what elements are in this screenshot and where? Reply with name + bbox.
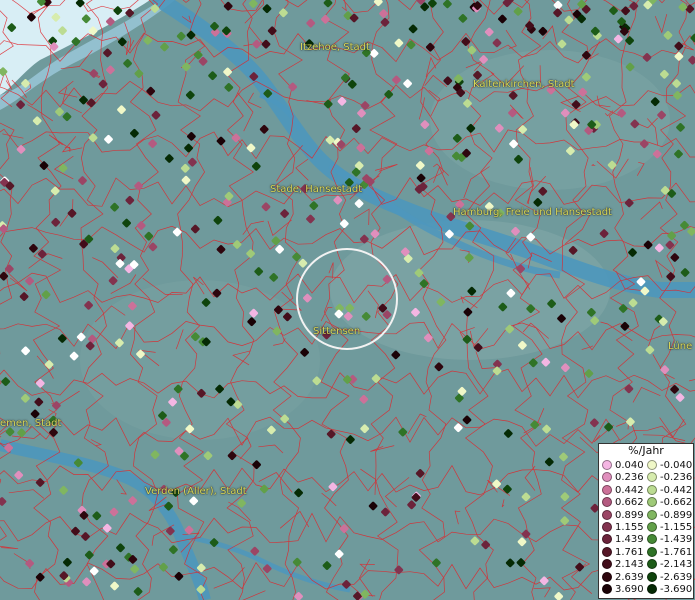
legend-negative-label: -1.439 [660, 534, 693, 546]
legend-positive-label: 2.639 [615, 571, 644, 583]
legend-swatch-icon [602, 484, 612, 495]
map-canvas[interactable] [0, 0, 695, 600]
legend-positive-label: 1.155 [615, 522, 644, 533]
legend-negative-row: -0.662 [647, 497, 692, 509]
legend-negative-label: -3.690 [660, 584, 693, 595]
legend-negative-row: -1.155 [647, 522, 692, 534]
legend-positive-row: 0.040 [602, 460, 644, 472]
place-label-verden: Verden (Aller), Stadt [145, 486, 247, 497]
legend-negative-row: -0.899 [647, 509, 693, 522]
legend-positive-row: 0.662 [602, 497, 644, 509]
legend-swatch-icon [647, 571, 657, 582]
legend-negative-label: -1.155 [660, 522, 693, 533]
legend-positive-row: 3.690 [602, 584, 644, 596]
legend-negative-row: -0.236 [647, 472, 692, 484]
legend-swatch-icon [602, 534, 612, 545]
legend-positive-row: 1.439 [602, 534, 644, 546]
legend-swatch-icon [647, 497, 657, 508]
legend-swatch-icon [647, 584, 657, 594]
legend-positive-label: 0.040 [615, 460, 644, 471]
place-label-stade: Stade, Hansestadt [270, 184, 363, 195]
legend-negative-row: -1.439 [647, 534, 692, 546]
legend-swatch-icon [647, 460, 657, 470]
legend-negative-label: -0.662 [660, 497, 693, 509]
legend-positive-label: 0.899 [615, 509, 644, 521]
legend-swatch-icon [602, 522, 612, 532]
legend-positive-label: 3.690 [615, 584, 644, 595]
legend-negative-label: -2.639 [660, 571, 693, 583]
legend-negative-label: -0.040 [660, 460, 693, 471]
legend-negative-row: -2.143 [647, 559, 692, 571]
legend-positive-row: 1.155 [602, 522, 644, 534]
legend: %/Jahr 0.040 0.236 0.442 0.662 0.899 1.155 1.4… [598, 443, 694, 599]
legend-positive-label: 0.236 [615, 472, 644, 484]
place-label-sittensen: Sittensen [313, 326, 361, 337]
legend-positive-row: 0.442 [602, 484, 644, 497]
place-label-kaltenkirchen: Kaltenkirchen, Stadt [473, 79, 575, 90]
legend-positive-label: 1.439 [615, 534, 644, 546]
legend-swatch-icon [647, 534, 657, 545]
legend-positive-row: 2.639 [602, 571, 644, 584]
legend-swatch-icon [602, 546, 612, 557]
legend-swatch-icon [647, 472, 657, 483]
place-label-lueneburg: Lüne [668, 341, 693, 352]
legend-negative-row: -0.040 [647, 460, 692, 472]
legend-positive-label: 2.143 [615, 559, 644, 571]
legend-negative-row: -2.639 [647, 571, 693, 584]
legend-positive-row: 2.143 [602, 559, 644, 571]
legend-negative-label: -1.761 [660, 546, 693, 558]
legend-negative-label: -0.899 [660, 509, 693, 521]
legend-swatch-icon [602, 497, 612, 508]
legend-negative-label: -0.442 [660, 484, 693, 496]
legend-negative-row: -1.761 [647, 546, 693, 559]
place-label-bremen: emen, Stadt [0, 418, 62, 429]
legend-swatch-icon [647, 484, 657, 495]
legend-swatch-icon [647, 559, 657, 570]
legend-positive-row: 0.236 [602, 472, 644, 484]
legend-swatch-icon [602, 571, 612, 582]
legend-negative-label: -2.143 [660, 559, 693, 571]
legend-swatch-icon [602, 559, 612, 570]
legend-positive-row: 0.899 [602, 509, 644, 522]
legend-title: %/Jahr [628, 444, 664, 457]
legend-positive-row: 1.761 [602, 546, 644, 559]
legend-swatch-icon [602, 472, 612, 483]
place-label-itzehoe: Itzehoe, Stadt [300, 42, 370, 53]
legend-positive-label: 1.761 [615, 546, 644, 558]
legend-negative-label: -0.236 [660, 472, 693, 484]
legend-positive-label: 0.442 [615, 484, 644, 496]
legend-swatch-icon [647, 522, 657, 532]
legend-swatch-icon [602, 584, 612, 594]
place-label-hamburg: Hamburg, Freie und Hansestadt [453, 207, 612, 218]
legend-negative-row: -0.442 [647, 484, 693, 497]
legend-swatch-icon [602, 460, 612, 470]
legend-swatch-icon [647, 546, 657, 557]
legend-swatch-icon [647, 509, 657, 520]
legend-swatch-icon [602, 509, 612, 520]
legend-negative-row: -3.690 [647, 584, 692, 596]
legend-positive-label: 0.662 [615, 497, 644, 509]
